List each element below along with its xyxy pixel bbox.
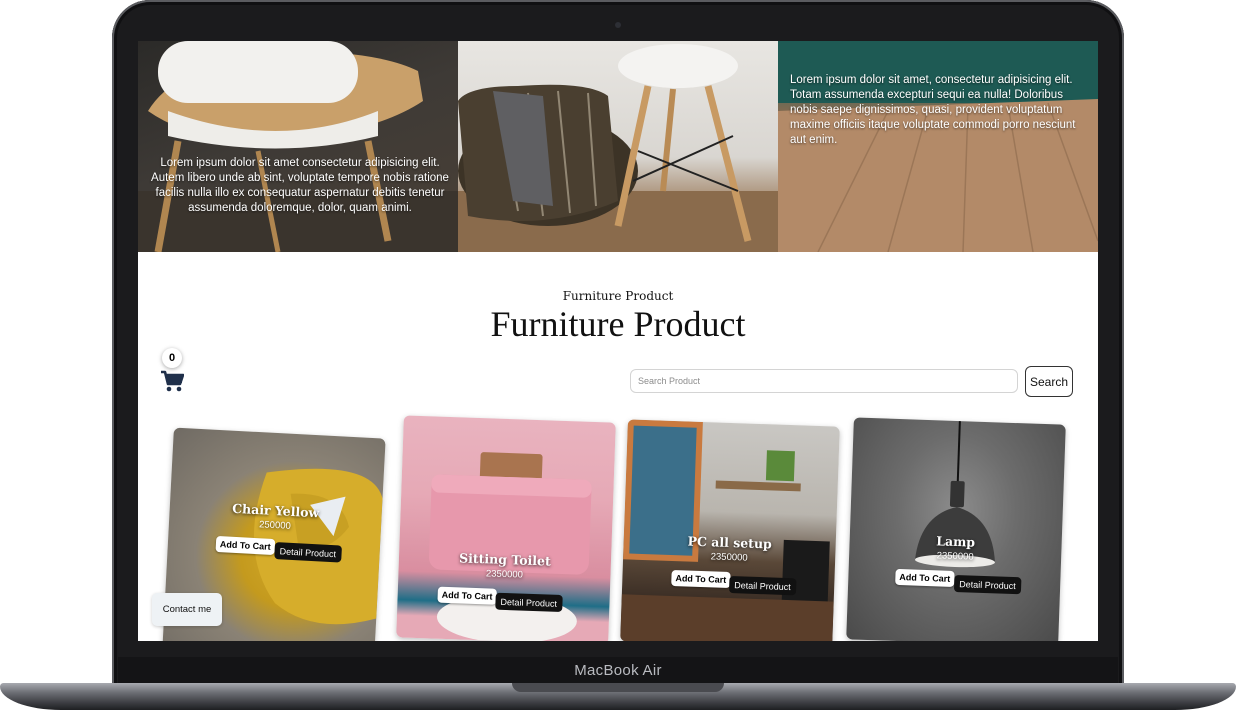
product-image-pc-setup [620, 419, 834, 641]
product-card: Lamp 2350000 Add To Cart Detail Product [846, 417, 1066, 641]
hero-panel1-text: Lorem ipsum dolor sit amet consectetur a… [151, 157, 449, 214]
device-label: MacBook Air [574, 662, 662, 679]
hero-panel3-text: Lorem ipsum dolor sit amet, consectetur … [790, 74, 1076, 146]
basket-image [458, 44, 778, 252]
contact-me-button[interactable]: Contact me [152, 593, 222, 626]
hero-panel-basket [458, 41, 778, 252]
add-to-cart-button[interactable]: Add To Cart [895, 568, 955, 587]
hero-panel-chair: Lorem ipsum dolor sit amet consectetur a… [138, 41, 458, 252]
product-card: PC all setup 2350000 Add To Cart Detail … [620, 419, 840, 641]
section-subtitle: Furniture Product [562, 289, 674, 303]
add-to-cart-button[interactable]: Add To Cart [437, 586, 497, 605]
chair-image [138, 41, 458, 252]
detail-product-button[interactable]: Detail Product [728, 576, 797, 596]
detail-product-button[interactable]: Detail Product [495, 592, 563, 612]
camera-dot [615, 22, 621, 28]
detail-product-button[interactable]: Detail Product [953, 574, 1021, 595]
shopping-cart-icon [161, 370, 184, 392]
hero-banner: Lorem ipsum dolor sit amet consectetur a… [138, 41, 1098, 252]
cart-button[interactable]: 0 [160, 348, 188, 396]
detail-product-button[interactable]: Detail Product [274, 542, 342, 563]
product-image-lamp [915, 421, 995, 568]
add-to-cart-button[interactable]: Add To Cart [215, 535, 276, 556]
section-title: Furniture Product [490, 304, 746, 344]
browser-viewport: Lorem ipsum dolor sit amet consectetur a… [138, 41, 1098, 641]
search-button[interactable]: Search [1025, 366, 1073, 397]
hero-panel-floor: Lorem ipsum dolor sit amet, consectetur … [778, 41, 1098, 252]
laptop-notch [512, 683, 724, 692]
search-input[interactable] [630, 369, 1018, 393]
add-to-cart-button[interactable]: Add To Cart [671, 569, 731, 589]
cart-count-badge: 0 [162, 348, 182, 368]
product-card: Sitting Toilet 2350000 Add To Cart Detai… [396, 415, 616, 641]
